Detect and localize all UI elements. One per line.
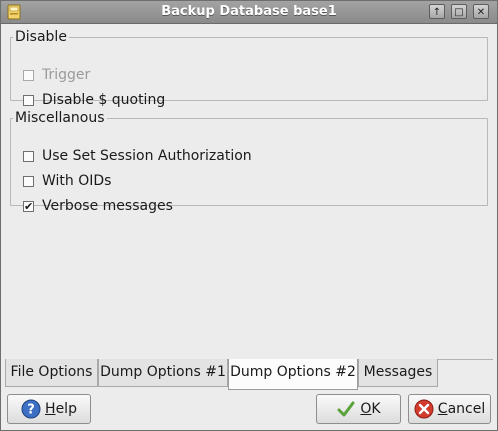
trigger-checkbox [23, 69, 34, 81]
miscellanous-group-legend: Miscellanous [15, 110, 105, 126]
help-icon: ? [21, 399, 41, 419]
use-set-session-authorization-label[interactable]: Use Set Session Authorization [42, 148, 252, 164]
tab-dump-options-1[interactable]: Dump Options #1 [98, 359, 228, 387]
close-icon: ✕ [476, 7, 486, 18]
with-oids-option[interactable]: With OIDs [23, 172, 111, 190]
tab-page-dump-options-2: Disable Trigger Disable $ quoting Miscel… [5, 25, 493, 357]
verbose-messages-checkbox[interactable]: ✔ [23, 199, 34, 213]
tab-file-options[interactable]: File Options [5, 359, 98, 387]
verbose-messages-label[interactable]: Verbose messages [42, 198, 173, 214]
disable-dollar-quoting-option[interactable]: Disable $ quoting [23, 91, 165, 109]
ok-button-label: OK [360, 401, 381, 417]
maximize-icon: □ [454, 7, 464, 18]
maximize-button[interactable]: □ [451, 4, 467, 19]
disable-group: Disable Trigger Disable $ quoting [10, 29, 488, 108]
help-button-label: Help [45, 401, 77, 417]
tab-dump-options-2[interactable]: Dump Options #2 [228, 359, 358, 390]
checkmark-icon: ✔ [24, 199, 34, 213]
ok-button[interactable]: OK [316, 394, 401, 424]
tab-messages[interactable]: Messages [358, 359, 438, 387]
trigger-option: Trigger [23, 66, 90, 84]
disable-group-legend: Disable [15, 29, 67, 45]
pin-button[interactable]: ↑ [429, 4, 445, 19]
cancel-button-label: Cancel [437, 401, 486, 417]
button-bar: ? Help OK Cancel [1, 391, 497, 430]
cancel-button[interactable]: Cancel [408, 394, 491, 424]
cancel-icon [414, 399, 434, 419]
disable-dollar-quoting-label[interactable]: Disable $ quoting [42, 92, 165, 108]
title-bar[interactable]: Backup Database base1 ↑ □ ✕ [1, 1, 497, 24]
arrow-up-icon: ↑ [432, 7, 442, 18]
backup-dialog-window: Backup Database base1 ↑ □ ✕ Disable Trig… [0, 0, 498, 431]
window-title: Backup Database base1 [161, 4, 337, 19]
use-set-session-authorization-option[interactable]: Use Set Session Authorization [23, 147, 252, 165]
help-button[interactable]: ? Help [7, 394, 91, 424]
checkmark-icon [337, 401, 355, 417]
tab-bar: File Options Dump Options #1 Dump Option… [5, 359, 493, 391]
miscellanous-group: Miscellanous Use Set Session Authorizati… [10, 110, 488, 214]
disable-dollar-quoting-checkbox[interactable] [23, 94, 34, 106]
close-button[interactable]: ✕ [473, 4, 489, 19]
with-oids-checkbox[interactable] [23, 175, 34, 187]
verbose-messages-option[interactable]: ✔ Verbose messages [23, 197, 173, 215]
trigger-label: Trigger [42, 67, 91, 83]
use-set-session-authorization-checkbox[interactable] [23, 150, 34, 162]
with-oids-label[interactable]: With OIDs [42, 173, 111, 189]
svg-text:?: ? [27, 403, 35, 418]
